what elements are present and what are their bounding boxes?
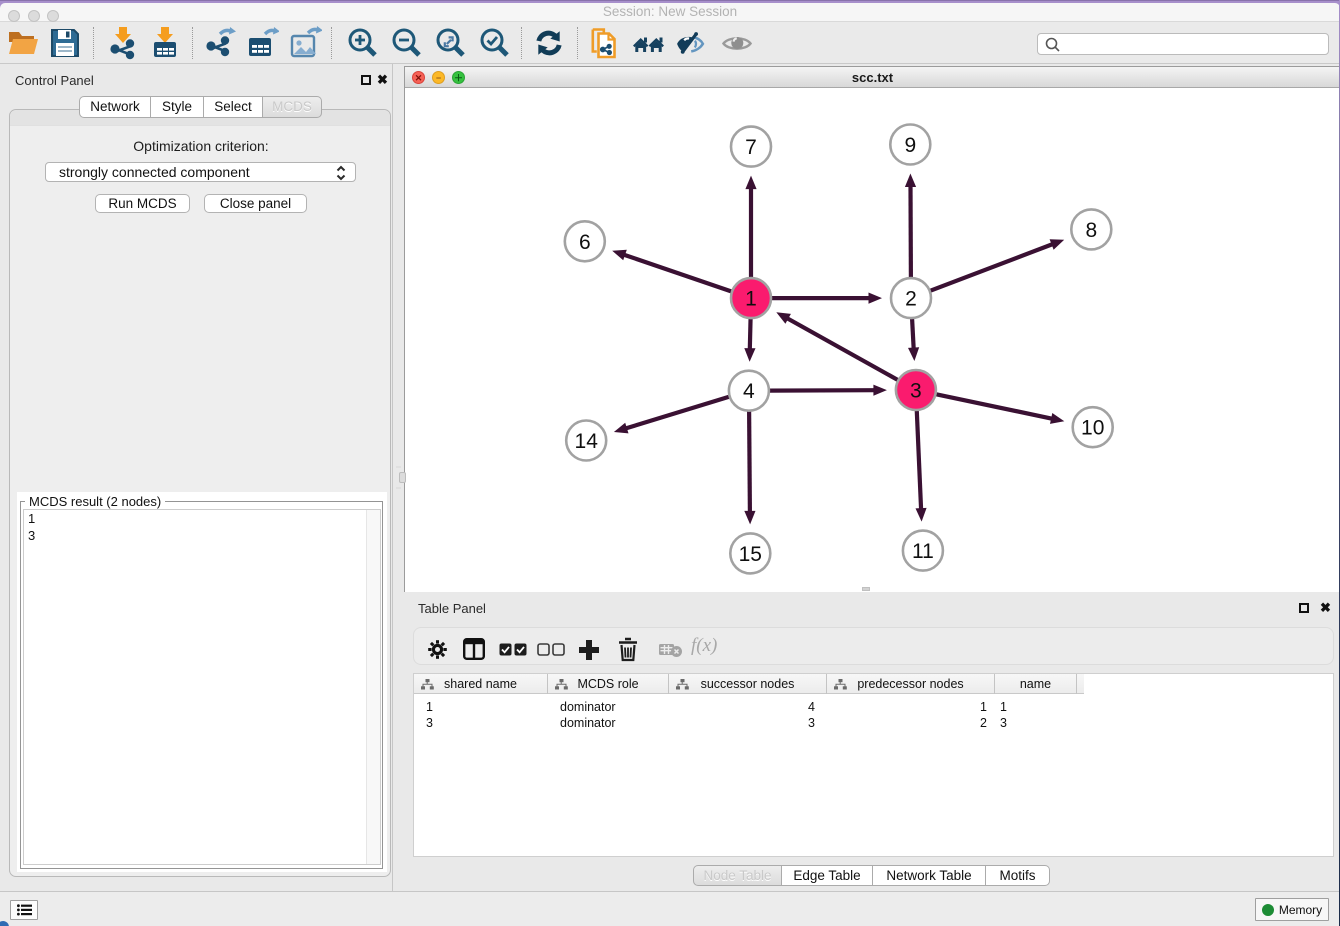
svg-text:7: 7 <box>745 136 757 159</box>
svg-text:2: 2 <box>905 288 917 311</box>
svg-text:6: 6 <box>579 231 591 254</box>
svg-text:10: 10 <box>1081 417 1104 440</box>
svg-text:1: 1 <box>745 288 757 311</box>
svg-text:15: 15 <box>739 543 762 566</box>
svg-text:11: 11 <box>912 540 934 563</box>
svg-text:14: 14 <box>575 430 599 453</box>
svg-text:3: 3 <box>910 380 922 403</box>
svg-text:9: 9 <box>904 134 916 157</box>
svg-text:4: 4 <box>743 380 755 403</box>
svg-text:8: 8 <box>1085 219 1097 242</box>
